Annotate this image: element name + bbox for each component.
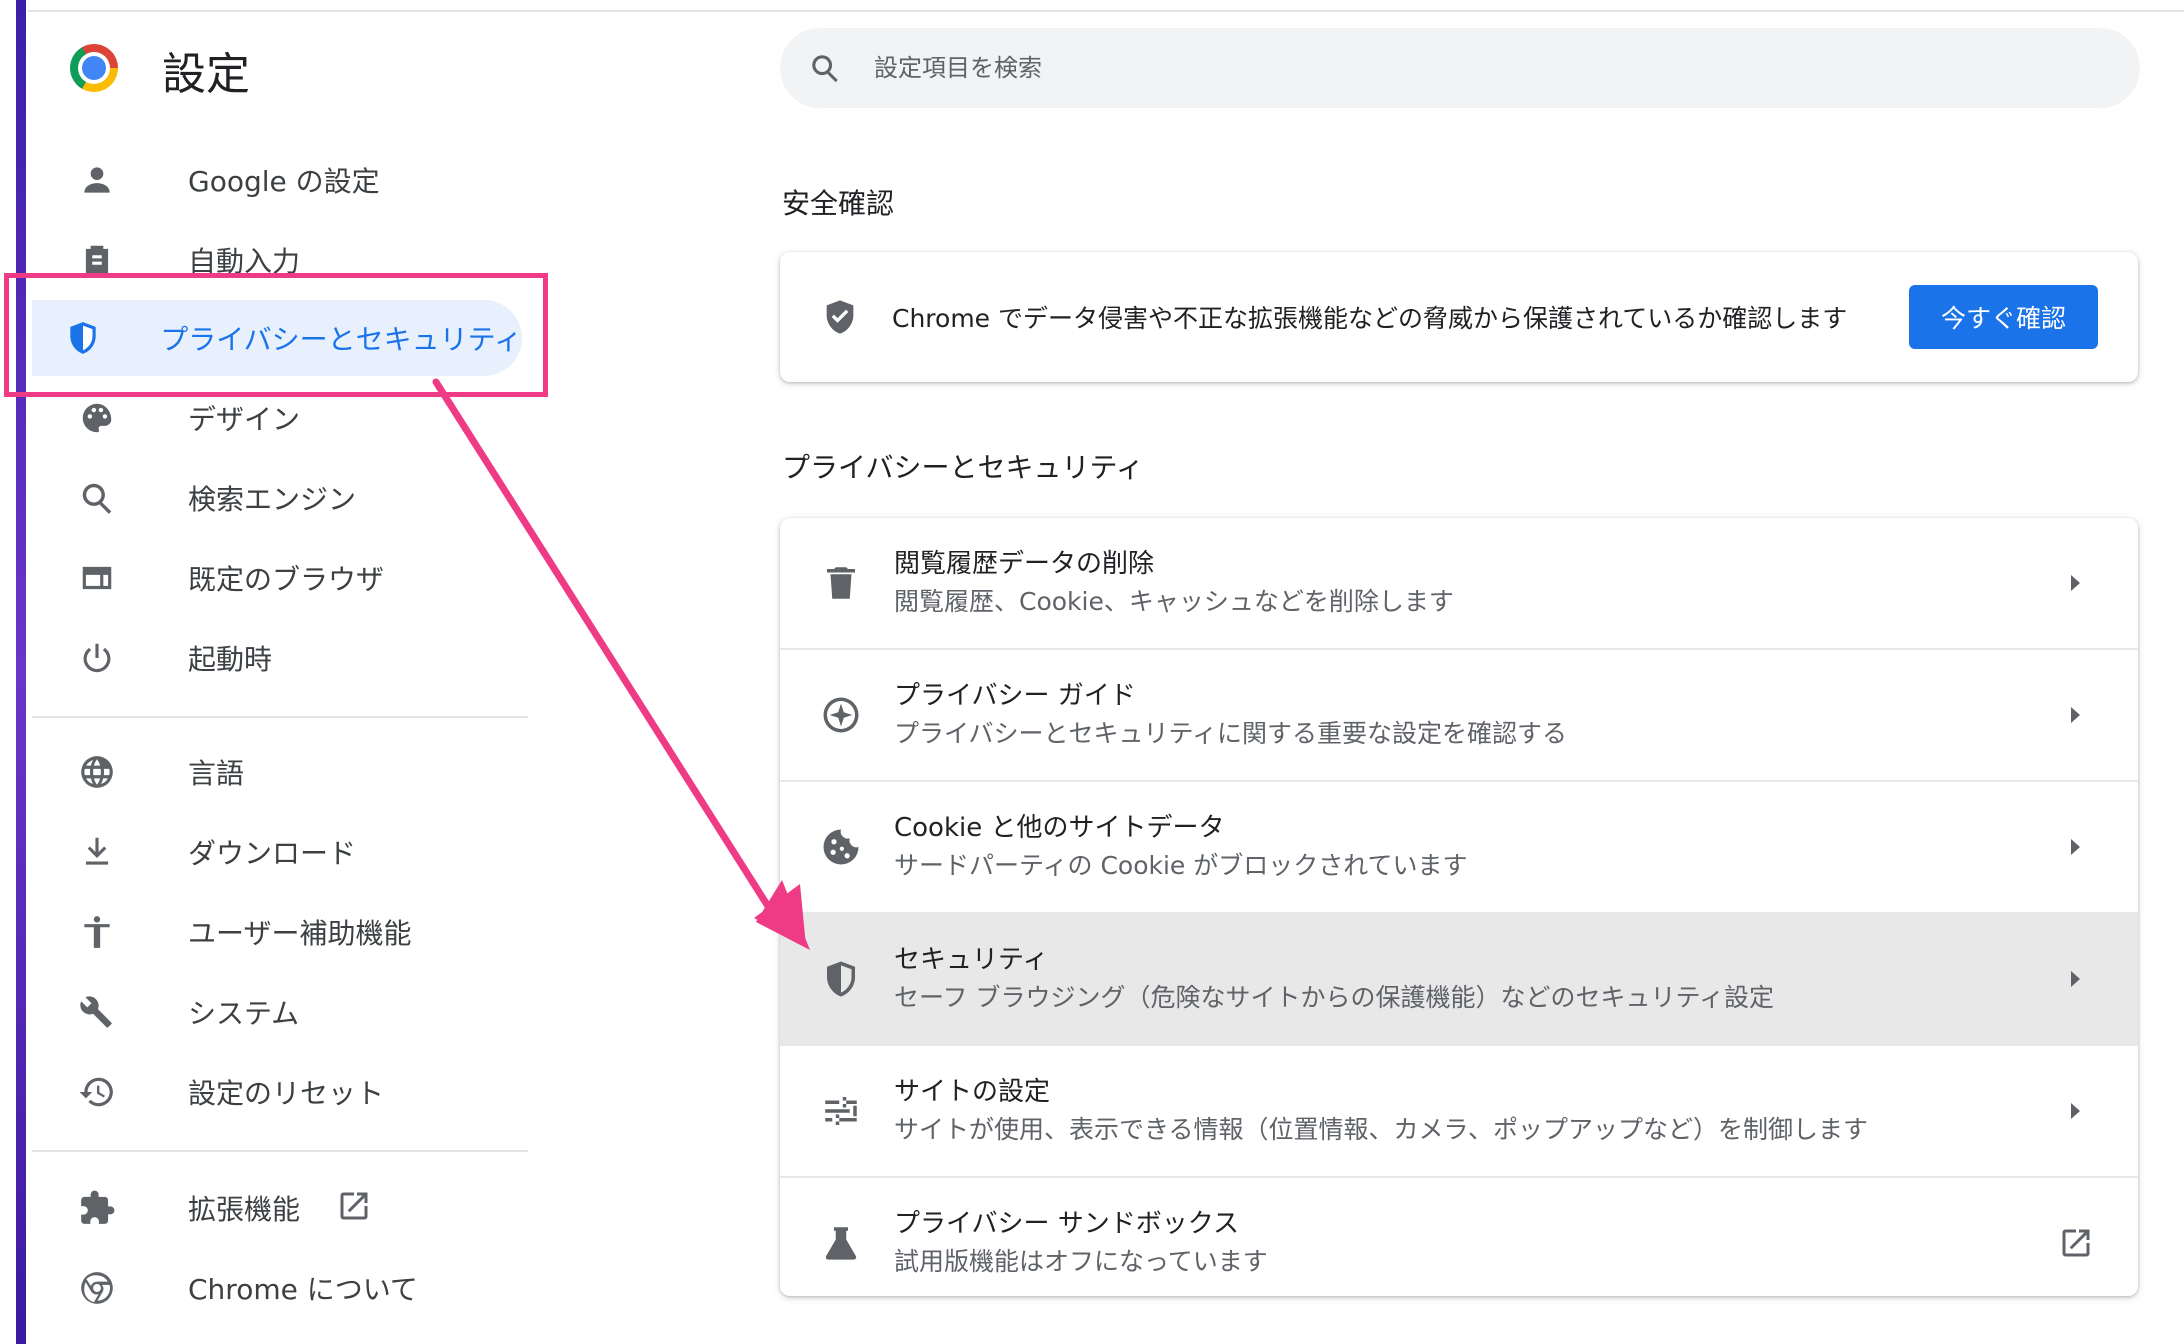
sidebar-item-about-chrome[interactable]: Chrome について bbox=[32, 1250, 522, 1326]
globe-icon bbox=[32, 753, 162, 791]
download-icon bbox=[32, 833, 162, 871]
sidebar-item-label: ユーザー補助機能 bbox=[188, 917, 412, 950]
row-title: サイトの設定 bbox=[894, 1077, 1051, 1107]
compass-icon bbox=[823, 697, 859, 733]
sidebar-item-accessibility[interactable]: ユーザー補助機能 bbox=[32, 894, 522, 970]
row-title: セキュリティ bbox=[894, 945, 1049, 975]
person-icon bbox=[32, 161, 162, 199]
sidebar-item-default-browser[interactable]: 既定のブラウザ bbox=[32, 540, 522, 616]
open-in-new-icon bbox=[300, 1188, 372, 1228]
privacy-card: 閲覧履歴データの削除閲覧履歴、Cookie、キャッシュなどを削除します プライバ… bbox=[780, 518, 2138, 1296]
safety-check-card: Chrome でデータ侵害や不正な拡張機能などの脅威から保護されているか確認しま… bbox=[780, 252, 2138, 382]
row-title: 閲覧履歴データの削除 bbox=[894, 549, 1155, 579]
shield-check-icon bbox=[826, 300, 854, 334]
sidebar-item-on-startup[interactable]: 起動時 bbox=[32, 620, 522, 696]
row-security[interactable]: セキュリティセーフ ブラウジング（危険なサイトからの保護機能）などのセキュリティ… bbox=[780, 914, 2138, 1046]
page-title: 設定 bbox=[162, 49, 250, 100]
chevron-right-icon bbox=[2071, 707, 2080, 723]
shield-half-icon bbox=[827, 961, 855, 997]
sidebar-item-reset[interactable]: 設定のリセット bbox=[32, 1054, 522, 1130]
cookie-icon bbox=[823, 829, 859, 865]
row-subtitle: 試用版機能はオフになっています bbox=[894, 1247, 1268, 1276]
row-subtitle: 閲覧履歴、Cookie、キャッシュなどを削除します bbox=[894, 587, 1454, 616]
sidebar-divider bbox=[32, 716, 528, 718]
chevron-right-icon bbox=[2071, 1103, 2080, 1119]
sidebar-divider bbox=[32, 1150, 528, 1152]
sidebar-item-label: 検索エンジン bbox=[188, 483, 357, 516]
privacy-heading: プライバシーとセキュリティ bbox=[782, 451, 1144, 484]
search-icon bbox=[812, 55, 838, 83]
wrench-icon bbox=[32, 993, 162, 1031]
sidebar-item-label: システム bbox=[188, 997, 300, 1030]
browser-window-icon bbox=[32, 559, 162, 597]
row-privacy-guide[interactable]: プライバシー ガイドプライバシーとセキュリティに関する重要な設定を確認する bbox=[780, 650, 2138, 782]
tune-icon bbox=[825, 1097, 857, 1125]
row-title: プライバシー サンドボックス bbox=[894, 1209, 1239, 1239]
chevron-right-icon bbox=[2071, 839, 2080, 855]
sidebar-item-label: ダウンロード bbox=[188, 837, 357, 870]
sidebar-item-label: 拡張機能 bbox=[188, 1193, 301, 1226]
open-in-new-icon bbox=[2062, 1229, 2090, 1257]
row-subtitle: サードパーティの Cookie がブロックされています bbox=[894, 851, 1468, 880]
search-bar[interactable] bbox=[780, 28, 2140, 108]
accessibility-icon bbox=[32, 913, 162, 951]
sidebar-item-search-engine[interactable]: 検索エンジン bbox=[32, 460, 522, 536]
safety-check-heading: 安全確認 bbox=[782, 187, 895, 220]
sidebar-item-label: 言語 bbox=[188, 757, 245, 790]
sidebar-item-label: デザイン bbox=[188, 403, 301, 436]
row-subtitle: サイトが使用、表示できる情報（位置情報、カメラ、ポップアップなど）を制御します bbox=[894, 1115, 1869, 1144]
sidebar-item-label: 設定のリセット bbox=[188, 1077, 385, 1110]
sidebar-item-label: Chrome について bbox=[188, 1273, 418, 1306]
top-border bbox=[28, 10, 2184, 12]
sidebar-item-languages[interactable]: 言語 bbox=[32, 734, 522, 810]
puzzle-icon bbox=[32, 1189, 162, 1227]
chrome-logo bbox=[70, 44, 118, 92]
row-subtitle: プライバシーとセキュリティに関する重要な設定を確認する bbox=[894, 719, 1568, 748]
window-edge-stripe bbox=[16, 0, 26, 1344]
chevron-right-icon bbox=[2071, 575, 2080, 591]
sidebar-item-label: 既定のブラウザ bbox=[188, 563, 385, 596]
flask-icon bbox=[825, 1227, 857, 1260]
row-privacy-sandbox[interactable]: プライバシー サンドボックス 試用版機能はオフになっています bbox=[780, 1178, 2138, 1296]
row-site-settings[interactable]: サイトの設定サイトが使用、表示できる情報（位置情報、カメラ、ポップアップなど）を… bbox=[780, 1046, 2138, 1178]
chevron-right-icon bbox=[2071, 971, 2080, 987]
sidebar-item-label: 起動時 bbox=[188, 643, 273, 676]
annotation-highlight-box bbox=[4, 273, 548, 397]
chrome-icon bbox=[32, 1269, 162, 1307]
trash-icon bbox=[827, 567, 855, 599]
sidebar-item-system[interactable]: システム bbox=[32, 974, 522, 1050]
row-clear-browsing-data[interactable]: 閲覧履歴データの削除閲覧履歴、Cookie、キャッシュなどを削除します bbox=[780, 518, 2138, 650]
sidebar-item-google[interactable]: Google の設定 bbox=[32, 142, 522, 218]
safety-check-text: Chrome でデータ侵害や不正な拡張機能などの脅威から保護されているか確認しま… bbox=[892, 304, 1848, 333]
check-now-button[interactable]: 今すぐ確認 bbox=[1908, 285, 2098, 349]
sidebar-item-label: Google の設定 bbox=[188, 165, 380, 198]
history-icon bbox=[32, 1073, 162, 1111]
row-title: プライバシー ガイド bbox=[894, 681, 1136, 711]
sidebar-item-downloads[interactable]: ダウンロード bbox=[32, 814, 522, 890]
search-input[interactable] bbox=[872, 53, 2076, 83]
power-icon bbox=[32, 639, 162, 677]
row-subtitle: セーフ ブラウジング（危険なサイトからの保護機能）などのセキュリティ設定 bbox=[894, 983, 1774, 1012]
palette-icon bbox=[32, 399, 162, 437]
sidebar-item-extensions[interactable]: 拡張機能 bbox=[32, 1170, 522, 1246]
search-icon bbox=[32, 479, 162, 517]
row-cookies[interactable]: Cookie と他のサイトデータサードパーティの Cookie がブロックされて… bbox=[780, 782, 2138, 914]
row-title: Cookie と他のサイトデータ bbox=[894, 813, 1225, 843]
